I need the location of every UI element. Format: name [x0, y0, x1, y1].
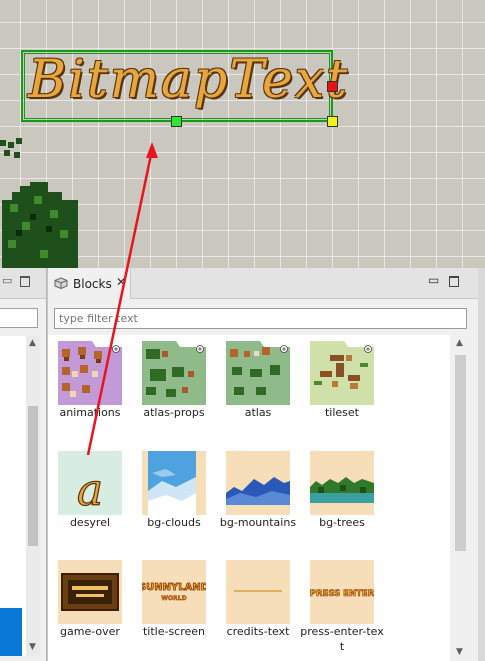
block-label: animations	[59, 406, 121, 419]
left-panel-tabbar: ▭	[0, 268, 46, 299]
minimize-icon[interactable]: ▭	[2, 275, 12, 286]
blocks-scrollbar[interactable]: ▲ ▼	[452, 335, 468, 661]
tab-blocks-label: Blocks	[73, 277, 112, 291]
block-label: bg-mountains	[219, 516, 297, 529]
cube-icon	[54, 277, 68, 289]
blocks-scroll-thumb[interactable]	[455, 355, 466, 551]
title-screen-thumbnail: SUNNYLAND WORLD	[142, 560, 206, 624]
maximize-icon[interactable]	[449, 276, 459, 287]
resize-handle-right[interactable]	[327, 81, 338, 92]
atlas-props-thumbnail	[142, 341, 206, 405]
scroll-up-icon[interactable]: ▲	[29, 338, 36, 348]
scroll-down-icon[interactable]: ▼	[456, 647, 463, 657]
left-filter-input[interactable]	[0, 308, 38, 328]
tab-blocks[interactable]: Blocks ✕	[48, 268, 131, 299]
atlas-thumbnail	[226, 341, 290, 405]
left-panel: ▭ ▲ ▼	[0, 268, 47, 661]
block-label: credits-text	[226, 625, 290, 638]
maximize-icon[interactable]	[20, 276, 30, 287]
block-label: tileset	[324, 406, 359, 419]
credits-text-thumbnail	[226, 560, 290, 624]
close-icon[interactable]: ✕	[116, 275, 126, 289]
desyrel-thumbnail: a	[58, 451, 122, 515]
title-line2: WORLD	[161, 595, 186, 602]
left-scrollbar[interactable]: ▲ ▼	[26, 336, 40, 656]
blocks-grid[interactable]: animations atlas-props atlas tileset a d…	[48, 335, 450, 661]
title-line1: SUNNYLAND	[142, 582, 206, 593]
block-label: press-enter-text	[300, 625, 384, 653]
press-enter-glyphs: PRESS ENTER	[310, 589, 374, 599]
block-label: title-screen	[142, 625, 206, 638]
block-label: bg-clouds	[147, 516, 201, 529]
animations-thumbnail	[58, 341, 122, 405]
filter-input[interactable]	[54, 308, 467, 329]
left-scroll-thumb[interactable]	[28, 406, 38, 546]
blocks-tabbar: Blocks ✕ ▭	[48, 268, 478, 299]
bg-clouds-thumbnail	[142, 451, 206, 515]
bg-trees-thumbnail	[310, 451, 374, 515]
block-label: game-over	[60, 625, 120, 638]
left-list[interactable]	[0, 336, 26, 656]
scroll-up-icon[interactable]: ▲	[456, 338, 463, 348]
press-enter-text-thumbnail: PRESS ENTER	[310, 560, 374, 624]
right-edge-panel	[478, 268, 485, 661]
block-label: atlas	[244, 406, 272, 419]
resize-handle-corner[interactable]	[327, 116, 338, 127]
block-label: atlas-props	[143, 406, 205, 419]
tileset-thumbnail	[310, 341, 374, 405]
scene-canvas[interactable]: BitmapText	[0, 0, 485, 268]
blocks-panel: Blocks ✕ ▭ animations atlas-	[48, 268, 478, 661]
left-selected-row[interactable]	[0, 608, 22, 656]
block-label: bg-trees	[319, 516, 365, 529]
desyrel-glyph: a	[77, 465, 103, 515]
scroll-down-icon[interactable]: ▼	[29, 642, 36, 652]
origin-handle[interactable]	[171, 116, 182, 127]
bg-mountains-thumbnail	[226, 451, 290, 515]
minimize-icon[interactable]: ▭	[428, 274, 439, 286]
bitmap-text-object[interactable]: BitmapText	[28, 50, 349, 110]
tree-sprite[interactable]	[0, 130, 90, 268]
block-label: desyrel	[69, 516, 111, 529]
game-over-thumbnail	[58, 560, 122, 624]
